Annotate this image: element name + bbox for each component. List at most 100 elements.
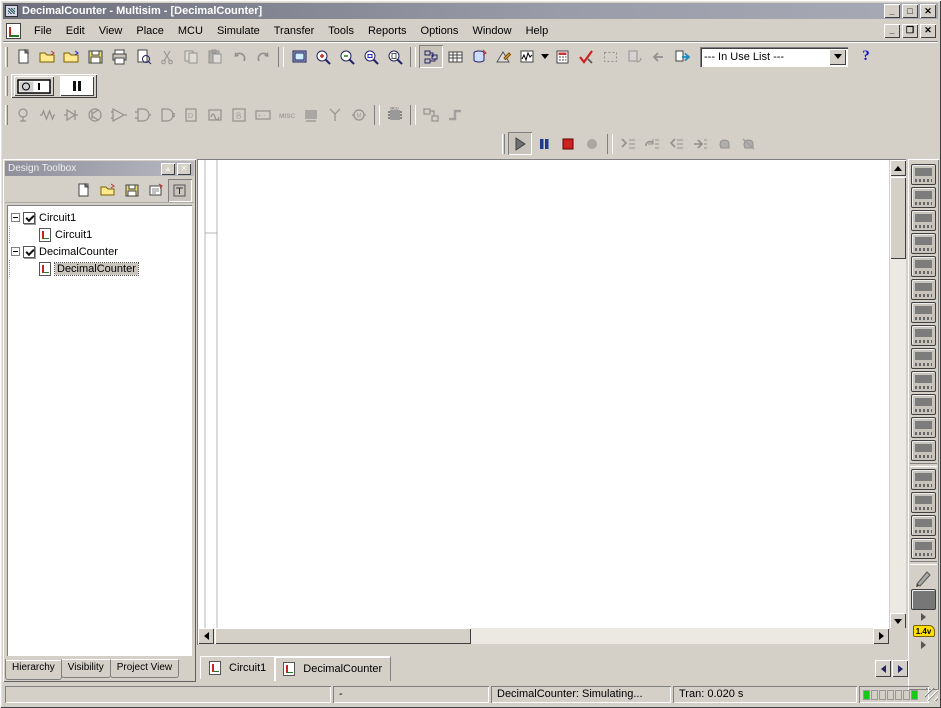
step-into-button[interactable] bbox=[616, 132, 640, 155]
four-channel-oscilloscope-button[interactable] bbox=[911, 256, 936, 277]
database-manager-button[interactable] bbox=[467, 45, 491, 68]
tab-decimalcounter[interactable]: DecimalCounter bbox=[274, 656, 391, 681]
vertical-scrollbar[interactable] bbox=[890, 160, 906, 629]
agilent-multimeter-button[interactable] bbox=[911, 492, 936, 513]
zoom-in-button[interactable] bbox=[311, 45, 335, 68]
place-analog-button[interactable] bbox=[107, 104, 131, 127]
menu-item-transfer[interactable]: Transfer bbox=[267, 22, 322, 40]
place-misc-button[interactable]: MISC bbox=[275, 104, 299, 127]
toolbox-mode-button[interactable] bbox=[168, 179, 192, 202]
stop-button[interactable] bbox=[556, 132, 580, 155]
tree-node-decimalcounter[interactable]: DecimalCounter bbox=[9, 243, 190, 260]
tree-label[interactable]: DecimalCounter bbox=[39, 246, 118, 258]
tektronix-oscilloscope-button[interactable] bbox=[911, 538, 936, 559]
child-close-button[interactable]: ✕ bbox=[920, 24, 936, 38]
menu-item-edit[interactable]: Edit bbox=[59, 22, 92, 40]
toolbox-save-button[interactable] bbox=[120, 179, 144, 202]
schematic-sheet[interactable] bbox=[198, 160, 889, 629]
step-over-button[interactable] bbox=[640, 132, 664, 155]
child-restore-button[interactable]: ❐ bbox=[902, 24, 918, 38]
child-minimize-button[interactable]: _ bbox=[884, 24, 900, 38]
component-wizard-button[interactable] bbox=[491, 45, 515, 68]
place-ttl-button[interactable] bbox=[131, 104, 155, 127]
record-button[interactable] bbox=[580, 132, 604, 155]
paste-button[interactable] bbox=[203, 45, 227, 68]
menu-item-tools[interactable]: Tools bbox=[321, 22, 361, 40]
step-out-button[interactable] bbox=[664, 132, 688, 155]
frequency-counter-button[interactable] bbox=[911, 302, 936, 323]
minimize-button[interactable]: _ bbox=[884, 4, 900, 18]
print-button[interactable] bbox=[107, 45, 131, 68]
open-button[interactable] bbox=[35, 45, 59, 68]
horizontal-scrollbar[interactable] bbox=[198, 628, 889, 644]
zoom-fit-button[interactable] bbox=[383, 45, 407, 68]
iv-analyzer-button[interactable] bbox=[911, 394, 936, 415]
erc-check-button[interactable] bbox=[574, 45, 598, 68]
tree-label[interactable]: Circuit1 bbox=[39, 212, 76, 224]
dynamic-probe-button[interactable]: 1.4v bbox=[913, 625, 935, 637]
capture-region-button[interactable] bbox=[598, 45, 622, 68]
toolbar-overflow-arrow[interactable] bbox=[921, 613, 926, 621]
tree-sheet-circuit1[interactable]: Circuit1 bbox=[9, 226, 190, 243]
place-cmos-button[interactable] bbox=[155, 104, 179, 127]
expander-icon[interactable] bbox=[11, 247, 20, 256]
place-power-button[interactable]: + - bbox=[251, 104, 275, 127]
menu-item-place[interactable]: Place bbox=[129, 22, 171, 40]
place-source-button[interactable] bbox=[11, 104, 35, 127]
menu-item-window[interactable]: Window bbox=[465, 22, 518, 40]
pause-button[interactable] bbox=[532, 132, 556, 155]
print-preview-button[interactable] bbox=[131, 45, 155, 68]
save-button[interactable] bbox=[83, 45, 107, 68]
spreadsheet-view-button[interactable] bbox=[443, 45, 467, 68]
zoom-area-button[interactable] bbox=[359, 45, 383, 68]
design-toolbox-titlebar[interactable]: Design Toolbox ▴ ✕ bbox=[5, 161, 194, 176]
agilent-oscilloscope-button[interactable] bbox=[911, 515, 936, 536]
scroll-left-button[interactable] bbox=[198, 628, 214, 644]
tab-scroll-left-button[interactable] bbox=[875, 660, 891, 677]
in-use-list-dropdown-button[interactable] bbox=[829, 49, 846, 65]
scroll-down-button[interactable] bbox=[890, 613, 906, 629]
hierarchical-block-button[interactable] bbox=[419, 104, 443, 127]
pause-switch-button[interactable] bbox=[60, 76, 94, 96]
full-screen-button[interactable] bbox=[287, 45, 311, 68]
new-button[interactable] bbox=[11, 45, 35, 68]
toolbox-open-button[interactable] bbox=[96, 179, 120, 202]
zoom-out-button[interactable] bbox=[335, 45, 359, 68]
oscilloscope-button[interactable] bbox=[911, 233, 936, 254]
scroll-up-button[interactable] bbox=[890, 160, 906, 176]
labview-instruments-button[interactable] bbox=[911, 589, 936, 610]
logic-converter-button[interactable] bbox=[911, 371, 936, 392]
logic-analyzer-button[interactable] bbox=[911, 348, 936, 369]
in-use-list-combo[interactable]: --- In Use List --- bbox=[700, 47, 848, 67]
function-generator-button[interactable] bbox=[911, 187, 936, 208]
panel-minimize-button[interactable]: ▴ bbox=[161, 163, 175, 175]
expander-icon[interactable] bbox=[11, 213, 20, 222]
checkbox-checked-icon[interactable] bbox=[23, 212, 35, 224]
resize-grip[interactable] bbox=[925, 688, 938, 701]
cut-button[interactable] bbox=[155, 45, 179, 68]
tab-hierarchy[interactable]: Hierarchy bbox=[5, 659, 62, 680]
maximize-button[interactable]: □ bbox=[902, 4, 918, 18]
help-button[interactable]: ? bbox=[854, 45, 878, 68]
run-button[interactable] bbox=[508, 132, 532, 155]
spectrum-analyzer-button[interactable] bbox=[911, 440, 936, 461]
menu-item-mcu[interactable]: MCU bbox=[171, 22, 210, 40]
multimeter-button[interactable] bbox=[911, 164, 936, 185]
checkbox-checked-icon[interactable] bbox=[23, 246, 35, 258]
place-mixed-button[interactable] bbox=[203, 104, 227, 127]
menu-item-view[interactable]: View bbox=[92, 22, 130, 40]
menu-item-options[interactable]: Options bbox=[414, 22, 466, 40]
back-annotate-button[interactable] bbox=[646, 45, 670, 68]
tree-node-circuit1[interactable]: Circuit1 bbox=[9, 209, 190, 226]
vertical-scroll-thumb[interactable] bbox=[890, 177, 906, 259]
bode-plotter-button[interactable] bbox=[911, 279, 936, 300]
annotate-page-button[interactable] bbox=[622, 45, 646, 68]
redo-button[interactable] bbox=[251, 45, 275, 68]
toolbox-properties-button[interactable] bbox=[144, 179, 168, 202]
tree-sheet-decimalcounter[interactable]: DecimalCounter bbox=[9, 260, 190, 277]
place-transistor-button[interactable] bbox=[83, 104, 107, 127]
place-rf-button[interactable] bbox=[323, 104, 347, 127]
place-electromech-button[interactable]: M bbox=[347, 104, 371, 127]
copy-button[interactable] bbox=[179, 45, 203, 68]
tab-circuit1[interactable]: Circuit1 bbox=[200, 656, 275, 679]
